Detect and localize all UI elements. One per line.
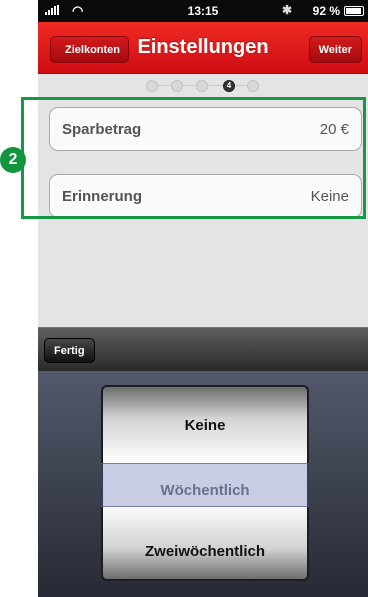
battery-percent: 92 % xyxy=(312,4,340,18)
step-dot-5 xyxy=(247,80,259,92)
picker-option-zweiwoechentlich[interactable]: Zweiwöchentlich xyxy=(103,543,307,560)
picker-option-keine[interactable]: Keine xyxy=(103,417,307,434)
picker-toolbar: Fertig xyxy=(38,327,368,371)
step-dot-4-active: 4 xyxy=(223,80,235,92)
step-dot-3 xyxy=(196,80,208,92)
battery-icon xyxy=(344,6,364,16)
annotation-highlight-box xyxy=(21,97,366,219)
phone-screen: ◠ 13:15 ✱ 92 % Zielkonten Einstellungen … xyxy=(38,0,368,597)
bluetooth-icon: ✱ xyxy=(281,3,292,17)
next-button[interactable]: Weiter xyxy=(308,36,362,63)
status-bar: ◠ 13:15 ✱ 92 % xyxy=(38,0,368,22)
navigation-bar: Zielkonten Einstellungen Weiter xyxy=(38,22,368,74)
step-indicator: 4 xyxy=(146,80,261,92)
annotation-badge: 2 xyxy=(0,147,26,173)
picker-selection-indicator xyxy=(101,463,309,507)
done-button[interactable]: Fertig xyxy=(44,338,95,363)
step-dot-1 xyxy=(146,80,158,92)
step-dot-2 xyxy=(171,80,183,92)
